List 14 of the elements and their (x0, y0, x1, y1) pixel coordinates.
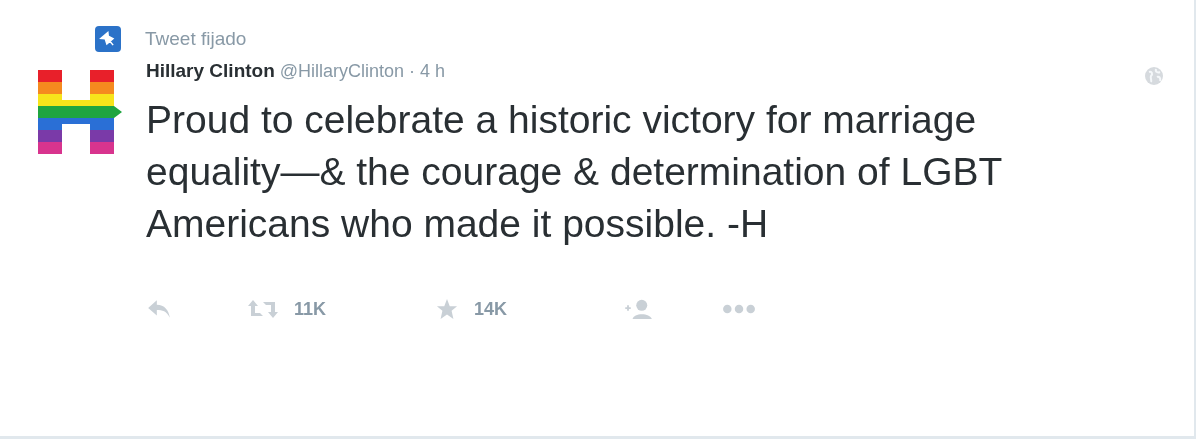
separator-dot: · (409, 61, 416, 82)
reply-icon[interactable] (146, 298, 172, 320)
action-count: 14K (474, 298, 508, 320)
user-handle[interactable]: @HillaryClinton (279, 61, 405, 82)
globe-icon (1144, 66, 1164, 86)
action-count: 11K (294, 298, 327, 320)
pin-icon (95, 26, 121, 52)
star-icon[interactable] (434, 298, 460, 320)
retweet-icon[interactable] (246, 298, 280, 320)
rainbow-h-logo[interactable] (38, 70, 122, 154)
pinned-label: Tweet fijado (145, 28, 247, 50)
tweet-time[interactable]: 4 h (420, 61, 446, 82)
tweet-text: Proud to celebrate a historic victory for marriage equality—& the courage & determination of LGBT Americans who made it possible. -H (146, 97, 1003, 247)
user-name[interactable]: Hillary Clinton (146, 60, 275, 82)
